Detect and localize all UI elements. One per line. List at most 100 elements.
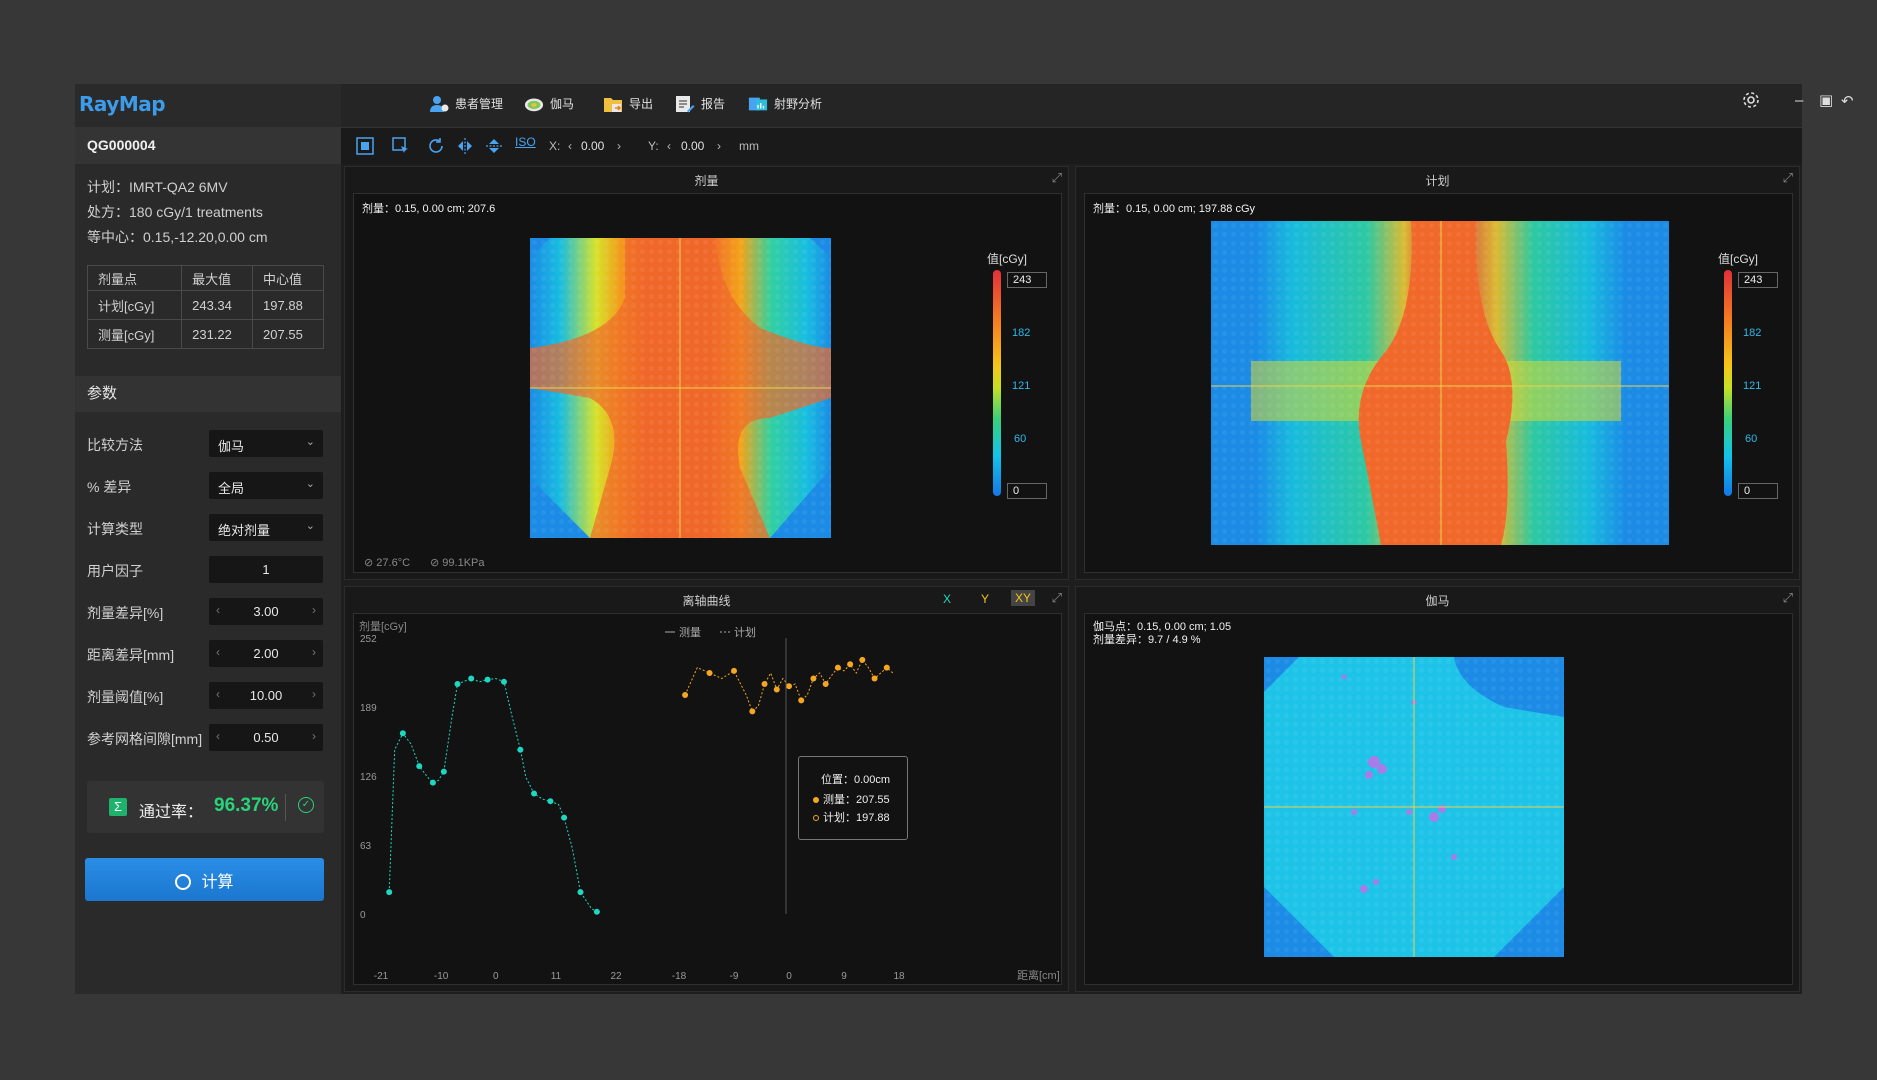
y-tick-label: 252 (360, 634, 377, 645)
param-dose-threshold: 剂量阈值[%] ‹ 10.00 › (75, 682, 341, 709)
rotate-icon[interactable] (427, 137, 445, 155)
planned-dose-map (1211, 221, 1669, 545)
settings-icon[interactable] (1741, 90, 1761, 110)
planned-dose-panel: 计划 ⤢ 剂量：0.15, 0.00 cm; 197.88 cGy 值[cGy] (1075, 166, 1800, 580)
dose-diff-stepper[interactable]: ‹ 3.00 › (209, 598, 323, 625)
pass-rate-label: 通过率： (139, 804, 204, 821)
compare-method-select[interactable]: 伽马 ⌄ (209, 430, 323, 457)
calculate-icon (175, 873, 192, 890)
fit-view-icon[interactable] (356, 137, 374, 155)
menu-label: 报告 (701, 97, 726, 111)
select-region-icon[interactable] (392, 137, 410, 155)
tooltip-measured-value: 测量：207.55 (823, 794, 890, 806)
x-coordinate-value[interactable]: 0.00 (581, 139, 604, 153)
param-label: 距离差异[mm] (87, 647, 175, 663)
x-tick-label: 0 (493, 971, 499, 982)
colorbar-min[interactable]: 0 (1007, 483, 1047, 499)
menu-export[interactable]: 导出 (603, 95, 653, 113)
chevron-right-icon[interactable]: › (617, 139, 621, 153)
colorbar-max[interactable]: 243 (1007, 272, 1047, 288)
flip-horizontal-icon[interactable] (456, 137, 474, 155)
chevron-left-icon[interactable]: ‹ (568, 139, 572, 153)
chevron-right-icon[interactable]: › (312, 645, 316, 659)
param-label: 剂量差异[%] (87, 605, 164, 621)
prescription-info: 处方：180 cGy/1 treatments (87, 204, 263, 220)
data-point (440, 768, 447, 775)
menu-field-analysis[interactable]: 射野分析 (748, 95, 822, 113)
chevron-right-icon[interactable]: › (312, 687, 316, 701)
colorbar-tick: 182 (1743, 327, 1762, 339)
stepper-value: 0.50 (253, 730, 279, 745)
patient-id: QG000004 (75, 127, 341, 164)
dose-readout: 剂量：0.15, 0.00 cm; 197.88 cGy (1093, 203, 1256, 215)
user-factor-input[interactable]: 1 (209, 556, 323, 583)
gamma-view[interactable]: 伽马点：0.15, 0.00 cm; 1.05 剂量差异：9.7 / 4.9 % (1084, 613, 1793, 985)
axis-x-button[interactable]: X (943, 592, 951, 606)
data-point (500, 678, 507, 685)
stepper-value: 3.00 (253, 604, 279, 619)
minimize-icon[interactable]: – (1795, 92, 1803, 109)
y-label: Y: (648, 139, 659, 153)
dose-readout: 剂量：0.15, 0.00 cm; 207.6 (362, 203, 496, 215)
axis-xy-button[interactable]: XY (1011, 590, 1036, 606)
select-value: 绝对剂量 (218, 523, 271, 538)
expand-icon[interactable]: ⤢ (1052, 590, 1062, 606)
colorbar-tick: 182 (1012, 327, 1031, 339)
app-window: RayMap QG000004 计划：IMRT-QA2 6MV 处方：180 c… (75, 84, 1854, 994)
chevron-right-icon[interactable]: › (717, 139, 721, 153)
expand-icon[interactable]: ⤢ (1783, 170, 1793, 186)
dist-diff-stepper[interactable]: ‹ 2.00 › (209, 640, 323, 667)
data-point (822, 681, 829, 687)
divider (285, 794, 286, 821)
data-point (798, 697, 805, 704)
flip-vertical-icon[interactable] (485, 137, 503, 155)
data-point (773, 686, 780, 693)
y-coordinate-value[interactable]: 0.00 (681, 139, 704, 153)
patient-icon (430, 96, 449, 112)
dose-table: 剂量点 最大值 中心值 计划[cGy] 243.34 197.88 测量[cGy… (86, 265, 324, 349)
chevron-right-icon[interactable]: › (312, 729, 316, 743)
menu-gamma[interactable]: 伽马 (524, 95, 574, 113)
chevron-right-icon[interactable]: › (312, 603, 316, 617)
params-header: 参数 (75, 376, 341, 412)
menu-report[interactable]: 报告 (675, 95, 725, 113)
param-grid-spacing: 参考网格间隙[mm] ‹ 0.50 › (75, 724, 341, 751)
percent-diff-select[interactable]: 全局 ⌄ (209, 472, 323, 499)
menu-patient-management[interactable]: 患者管理 (429, 95, 503, 113)
maximize-icon[interactable]: ▣ (1819, 91, 1833, 109)
grid-spacing-stepper[interactable]: ‹ 0.50 › (209, 724, 323, 751)
colorbar-min[interactable]: 0 (1738, 483, 1778, 499)
data-point (810, 675, 817, 682)
planned-dose-view[interactable]: 剂量：0.15, 0.00 cm; 197.88 cGy 值[cGy] 243 … (1084, 193, 1793, 573)
colorbar-title: 值[cGy] (987, 252, 1028, 266)
iso-button[interactable]: ISO (515, 135, 536, 149)
table-cell: 207.55 (252, 319, 324, 349)
tooltip-measured: 测量：207.55 (813, 791, 890, 807)
param-label: 比较方法 (87, 437, 143, 453)
measured-dose-panel: 剂量 ⤢ 剂量：0.15, 0.00 cm; 207.6 值[cGy] 243 … (344, 166, 1069, 580)
colorbar-max[interactable]: 243 (1738, 272, 1778, 288)
data-point (454, 681, 461, 687)
sigma-icon: Σ (109, 798, 127, 816)
axis-y-button[interactable]: Y (981, 592, 989, 606)
colorbar-tick: 121 (1012, 380, 1031, 392)
isocenter-info: 等中心：0.15,-12.20,0.00 cm (87, 229, 268, 245)
chevron-left-icon[interactable]: ‹ (667, 139, 671, 153)
stepper-value: 2.00 (253, 646, 279, 661)
profile-chart: 0 63 126 189 252 -21 -10 0 11 22 -18 -9 0 9 18 剂量[cGy]… (359, 619, 1060, 982)
data-point (429, 779, 436, 786)
back-icon[interactable]: ↶ (1841, 92, 1854, 110)
legend-planned: 计划 (734, 626, 756, 639)
calc-type-select[interactable]: 绝对剂量 ⌄ (209, 514, 323, 541)
data-point (682, 691, 689, 698)
expand-icon[interactable]: ⤢ (1052, 170, 1062, 186)
param-label: 剂量阈值[%] (87, 689, 164, 705)
stepper-value: 10.00 (249, 688, 283, 703)
expand-icon[interactable]: ⤢ (1783, 590, 1793, 606)
calculate-button[interactable]: 计算 (85, 858, 324, 901)
measured-dose-view[interactable]: 剂量：0.15, 0.00 cm; 207.6 值[cGy] 243 182 1… (353, 193, 1062, 573)
profile-chart-area[interactable]: 0 63 126 189 252 -21 -10 0 11 22 -18 -9 0 9 18 剂量[cGy]… (353, 613, 1062, 985)
dose-threshold-stepper[interactable]: ‹ 10.00 › (209, 682, 323, 709)
field-analysis-icon (748, 97, 768, 111)
data-point (883, 664, 890, 671)
